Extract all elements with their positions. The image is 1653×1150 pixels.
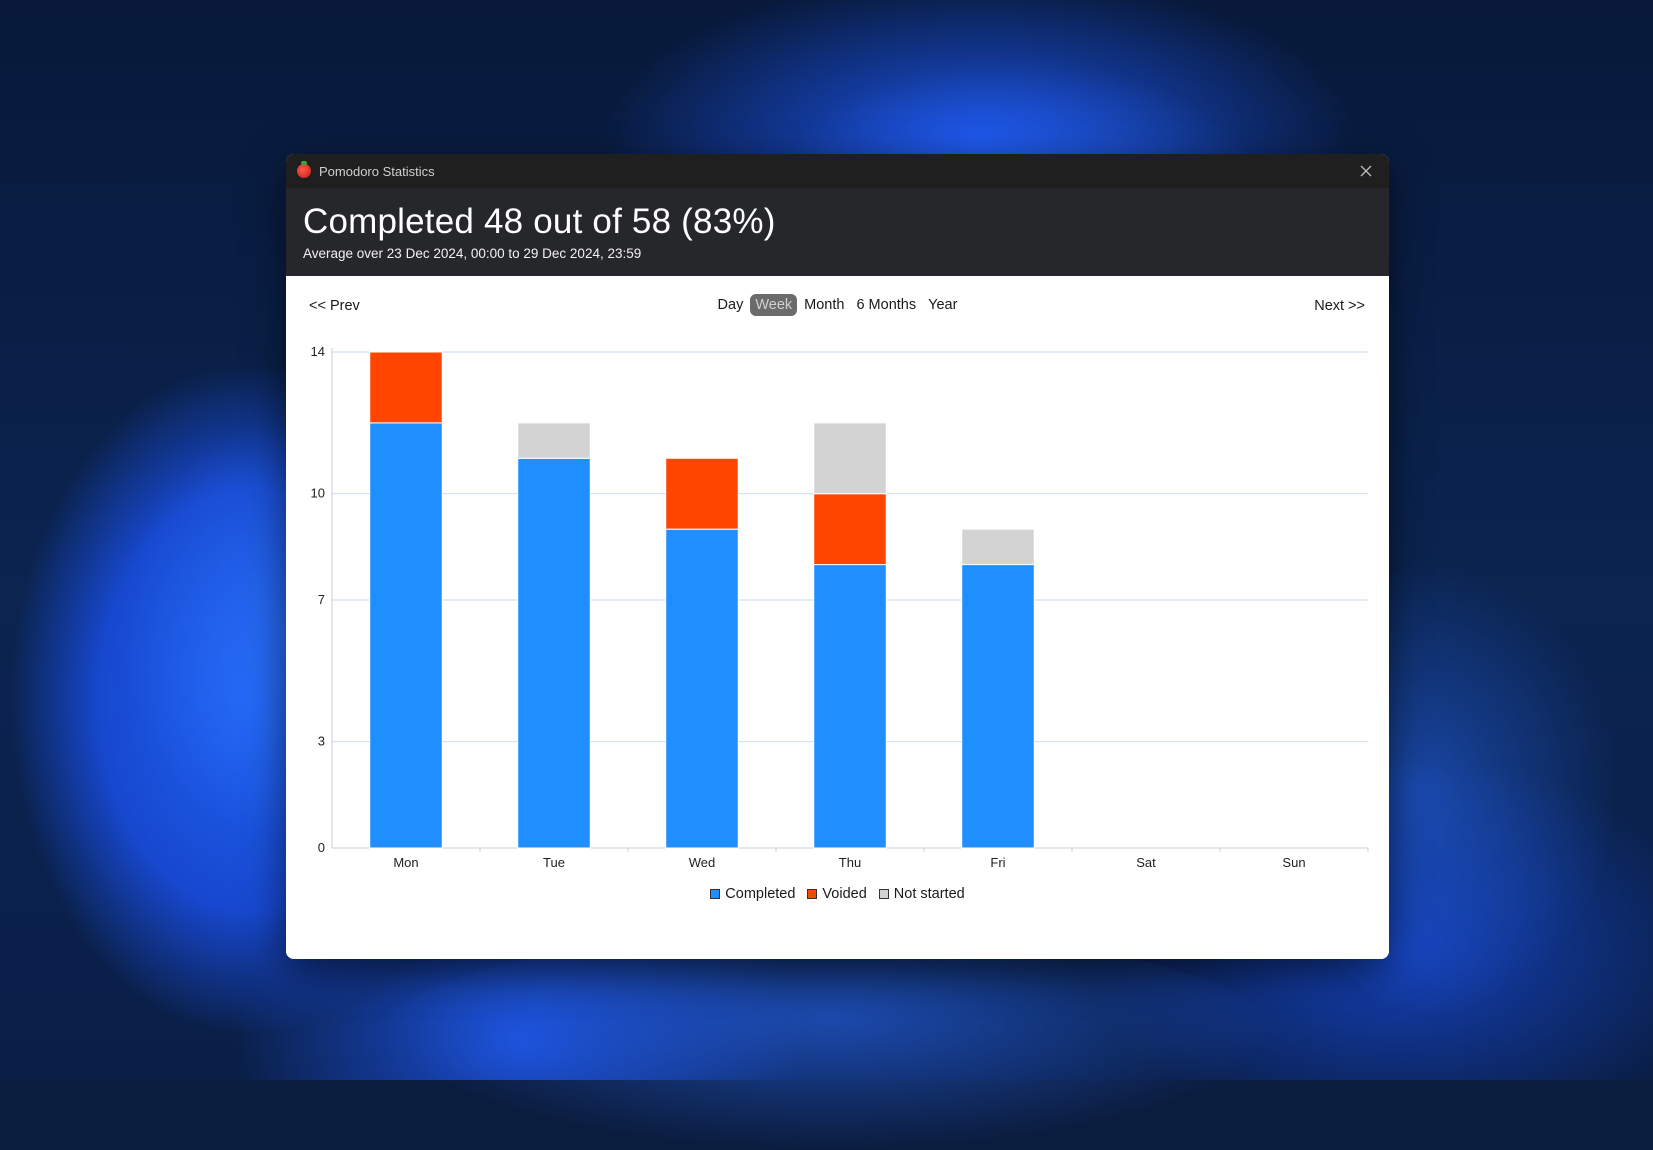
bar-completed	[813, 564, 887, 849]
wallpaper-petal	[380, 930, 1280, 1150]
legend-swatch	[807, 889, 818, 899]
x-category-label: Thu	[839, 855, 861, 870]
bar-voided	[665, 457, 739, 530]
chart-panel: << Prev Day Week Month 6 Months Year Nex…	[286, 276, 1389, 959]
legend-swatch	[878, 889, 889, 899]
x-category-label: Wed	[689, 855, 716, 870]
bar-not-started	[961, 528, 1035, 566]
legend-swatch	[710, 889, 721, 899]
bar-voided	[369, 351, 443, 424]
legend-label: Not started	[893, 886, 965, 902]
y-tick-label: 7	[318, 592, 325, 607]
bar-not-started	[517, 422, 591, 459]
stacked-bar-chart: 0 3 7 10 14 Mon Tue Wed Thu Fri Sat Sun	[311, 344, 1369, 870]
bar-completed	[517, 457, 591, 849]
bar-completed	[665, 528, 739, 849]
statistics-window: Pomodoro Statistics Completed 48 out of …	[286, 154, 1389, 959]
x-category-label: Tue	[543, 855, 565, 870]
date-range: Average over 23 Dec 2024, 00:00 to 29 De…	[303, 246, 642, 261]
close-icon	[1360, 165, 1372, 177]
tomato-icon	[297, 161, 311, 178]
y-tick-label: 3	[318, 734, 325, 749]
y-tick-label: 14	[311, 344, 325, 359]
bar-not-started	[813, 422, 887, 495]
legend-label: Voided	[822, 886, 867, 902]
x-category-label: Sun	[1282, 855, 1305, 870]
summary-header: Completed 48 out of 58 (83%) Average ove…	[286, 188, 1389, 276]
legend-item-voided: Voided	[807, 886, 867, 902]
bar-voided	[813, 493, 887, 566]
close-button[interactable]	[1343, 154, 1389, 188]
bar-completed	[369, 422, 443, 849]
y-tick-label: 10	[311, 486, 325, 501]
x-category-label: Fri	[990, 855, 1005, 870]
x-category-label: Mon	[393, 855, 418, 870]
legend-label: Completed	[725, 886, 796, 902]
window-title: Pomodoro Statistics	[319, 163, 435, 179]
chart-legend: Completed Voided Not started	[286, 886, 1389, 902]
legend-item-not-started: Not started	[878, 886, 965, 902]
bar-completed	[961, 564, 1035, 849]
completion-summary: Completed 48 out of 58 (83%)	[303, 202, 776, 241]
legend-item-completed: Completed	[710, 886, 795, 902]
y-tick-label: 0	[318, 840, 325, 855]
x-category-label: Sat	[1136, 855, 1156, 870]
title-bar[interactable]: Pomodoro Statistics	[286, 154, 1389, 188]
